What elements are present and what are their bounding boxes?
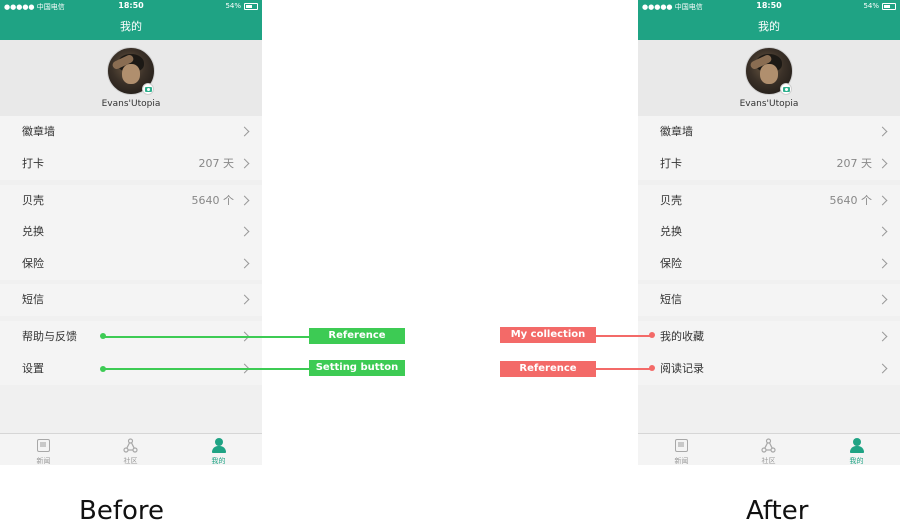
tab-me[interactable]: 我的	[175, 434, 262, 465]
battery-percent: 54%	[863, 2, 879, 10]
tab-label: 社区	[123, 457, 138, 465]
username: Evans'Utopia	[101, 99, 161, 109]
status-bar: ●●●●● 中国电信 18:50 54%	[638, 0, 900, 14]
menu-row-value: 5640 个	[191, 194, 235, 207]
chevron-right-icon	[877, 258, 888, 269]
chevron-right-icon	[239, 126, 250, 137]
username: Evans'Utopia	[739, 99, 799, 109]
tab-news[interactable]: 新闻	[0, 434, 87, 465]
annotation-dot	[649, 332, 655, 338]
menu-row-insurance[interactable]: 保险	[0, 248, 262, 280]
chevron-right-icon	[877, 126, 888, 137]
chevron-right-icon	[239, 258, 250, 269]
menu-row-value: 5640 个	[829, 194, 873, 207]
tab-community[interactable]: 社区	[87, 434, 174, 465]
annotation-label: Reference	[309, 328, 405, 344]
tab-me[interactable]: 我的	[813, 434, 900, 465]
profile-header: Evans'Utopia	[0, 40, 262, 116]
chevron-right-icon	[877, 195, 888, 206]
menu-row-label: 帮助与反馈	[22, 330, 77, 343]
tab-label: 新闻	[36, 457, 51, 465]
page-title: 我的	[0, 14, 262, 40]
menu-row-value: 207 天	[198, 157, 235, 170]
menu-row-shells[interactable]: 贝壳 5640 个	[638, 185, 900, 217]
annotation-label: My collection	[500, 327, 596, 343]
tab-community[interactable]: 社区	[725, 434, 812, 465]
menu-row-badge-wall[interactable]: 徽章墙	[638, 116, 900, 148]
menu-row-label: 兑换	[660, 225, 682, 238]
community-icon	[761, 438, 776, 453]
menu-row-label: 阅读记录	[660, 362, 704, 375]
menu-row-insurance[interactable]: 保险	[638, 248, 900, 280]
menu-row-my-collection[interactable]: 我的收藏	[638, 321, 900, 353]
menu-row-exchange[interactable]: 兑换	[0, 216, 262, 248]
tab-bar: 新闻 社区 我的	[638, 433, 900, 465]
status-bar: ●●●●● 中国电信 18:50 54%	[0, 0, 262, 14]
menu-row-label: 贝壳	[660, 194, 682, 207]
menu-row-label: 短信	[660, 293, 682, 306]
status-time: 18:50	[118, 1, 144, 10]
phone-before: ●●●●● 中国电信 18:50 54% 我的 Evans'Utopia 徽章墙…	[0, 0, 262, 465]
menu-row-exchange[interactable]: 兑换	[638, 216, 900, 248]
camera-icon[interactable]	[780, 83, 792, 95]
tab-news[interactable]: 新闻	[638, 434, 725, 465]
menu-row-label: 我的收藏	[660, 330, 704, 343]
menu-row-shells[interactable]: 贝壳 5640 个	[0, 185, 262, 217]
chevron-right-icon	[239, 294, 250, 305]
chevron-right-icon	[877, 294, 888, 305]
menu-row-label: 保险	[660, 257, 682, 270]
menu-row-label: 徽章墙	[22, 125, 55, 138]
menu-row-label: 徽章墙	[660, 125, 693, 138]
annotation-line	[596, 368, 652, 370]
community-icon	[123, 438, 138, 453]
menu-row-checkin[interactable]: 打卡 207 天	[638, 148, 900, 180]
menu-row-label: 兑换	[22, 225, 44, 238]
profile-icon	[212, 438, 226, 453]
battery-icon	[882, 2, 896, 10]
menu-row-sms[interactable]: 短信	[0, 284, 262, 316]
menu-row-label: 保险	[22, 257, 44, 270]
tab-label: 社区	[761, 457, 776, 465]
annotation-line	[596, 335, 652, 337]
menu-row-label: 设置	[22, 362, 44, 375]
caption-before: Before	[79, 496, 165, 524]
menu-row-label: 打卡	[660, 157, 682, 170]
chevron-right-icon	[877, 363, 888, 374]
menu-row-checkin[interactable]: 打卡 207 天	[0, 148, 262, 180]
chevron-right-icon	[877, 226, 888, 237]
phone-after: ●●●●● 中国电信 18:50 54% 我的 Evans'Utopia 徽章墙…	[638, 0, 900, 465]
status-time: 18:50	[756, 1, 782, 10]
menu-row-label: 贝壳	[22, 194, 44, 207]
profile-header: Evans'Utopia	[638, 40, 900, 116]
menu-row-label: 短信	[22, 293, 44, 306]
menu-row-sms[interactable]: 短信	[638, 284, 900, 316]
tab-label: 我的	[211, 457, 226, 465]
camera-icon[interactable]	[142, 83, 154, 95]
profile-icon	[850, 438, 864, 453]
chevron-right-icon	[239, 195, 250, 206]
chevron-right-icon	[239, 158, 250, 169]
annotation-line	[103, 336, 309, 338]
battery-icon	[244, 2, 258, 10]
tab-label: 新闻	[674, 457, 689, 465]
news-icon	[675, 439, 688, 452]
menu-row-badge-wall[interactable]: 徽章墙	[0, 116, 262, 148]
tab-bar: 新闻 社区 我的	[0, 433, 262, 465]
tab-label: 我的	[849, 457, 864, 465]
menu-row-reading-history[interactable]: 阅读记录	[638, 353, 900, 385]
chevron-right-icon	[239, 226, 250, 237]
annotation-dot	[649, 365, 655, 371]
annotation-line	[103, 368, 309, 370]
annotation-label: Reference	[500, 361, 596, 377]
page-title: 我的	[638, 14, 900, 40]
menu-row-label: 打卡	[22, 157, 44, 170]
chevron-right-icon	[877, 331, 888, 342]
caption-after: After	[746, 496, 809, 524]
menu-row-value: 207 天	[836, 157, 873, 170]
chevron-right-icon	[877, 158, 888, 169]
battery-percent: 54%	[225, 2, 241, 10]
news-icon	[37, 439, 50, 452]
annotation-label: Setting button	[309, 360, 405, 376]
